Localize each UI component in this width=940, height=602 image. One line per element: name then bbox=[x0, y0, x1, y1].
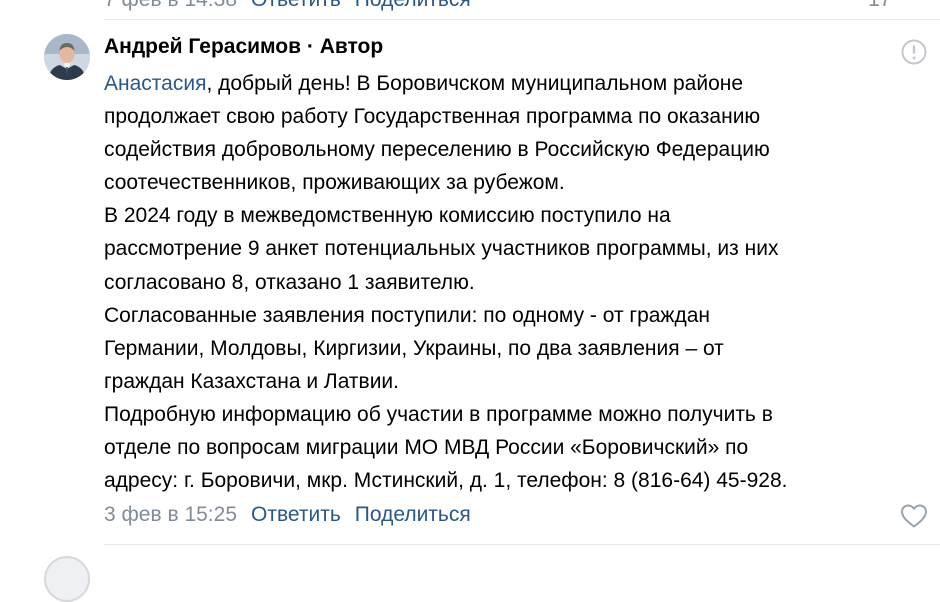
author-separator: · bbox=[301, 35, 320, 58]
comment-line: содействия добровольному переселению в Р… bbox=[104, 138, 770, 162]
comment-line: В 2024 году в межведомственную комиссию … bbox=[104, 204, 671, 228]
comment-line: Германии, Молдовы, Киргизии, Украины, по… bbox=[104, 336, 724, 360]
author-role: Автор bbox=[319, 35, 384, 58]
comment-author: Андрей Герасимов · Автор bbox=[104, 35, 383, 59]
previous-share-button[interactable]: Поделиться bbox=[355, 0, 471, 11]
reply-button[interactable]: Ответить bbox=[251, 503, 341, 526]
share-button[interactable]: Поделиться bbox=[355, 503, 471, 526]
comment-line: Подробную информацию об участии в програ… bbox=[104, 402, 773, 426]
previous-reply-button[interactable]: Ответить bbox=[251, 0, 341, 11]
comment-line: Анастасия, добрый день! В Боровичском му… bbox=[104, 67, 924, 100]
comment-text: Анастасия, добрый день! В Боровичском му… bbox=[104, 67, 924, 497]
comment-line: рассмотрение 9 анкет потенциальных участ… bbox=[104, 237, 779, 261]
previous-comment-footer: 7 фев в 14:38 Ответить Поделиться bbox=[104, 0, 471, 12]
avatar[interactable] bbox=[44, 34, 90, 80]
comment-divider bbox=[104, 544, 940, 545]
report-icon[interactable] bbox=[900, 38, 928, 66]
comment-line: граждан Казахстана и Латвии. bbox=[104, 369, 399, 393]
comment-date[interactable]: 3 фев в 15:25 bbox=[104, 503, 237, 526]
heart-icon[interactable] bbox=[900, 503, 928, 529]
comment-line: соотечественников, проживающих за рубежо… bbox=[104, 171, 565, 195]
comment-line: адресу: г. Боровичи, мкр. Мстинский, д. … bbox=[104, 469, 788, 493]
comment-line: продолжает свою работу Государственная п… bbox=[104, 105, 761, 129]
next-comment-avatar[interactable] bbox=[44, 556, 90, 602]
comment-line: отделе по вопросам миграции МО МВД Росси… bbox=[104, 436, 749, 460]
comment-divider bbox=[104, 19, 940, 20]
comment-line: Согласованные заявления поступили: по од… bbox=[104, 303, 711, 327]
previous-like-count: 17 bbox=[868, 0, 891, 11]
comment-line-text: , добрый день! В Боровичском муниципальн… bbox=[206, 72, 744, 95]
previous-comment-date: 7 фев в 14:38 bbox=[104, 0, 237, 11]
comment-footer: 3 фев в 15:25 Ответить Поделиться bbox=[104, 503, 471, 527]
mention-link[interactable]: Анастасия bbox=[104, 72, 206, 95]
comment-line: согласовано 8, отказано 1 заявителю. bbox=[104, 270, 475, 294]
author-name[interactable]: Андрей Герасимов bbox=[104, 35, 301, 58]
previous-like-button[interactable]: 17 bbox=[868, 0, 891, 12]
